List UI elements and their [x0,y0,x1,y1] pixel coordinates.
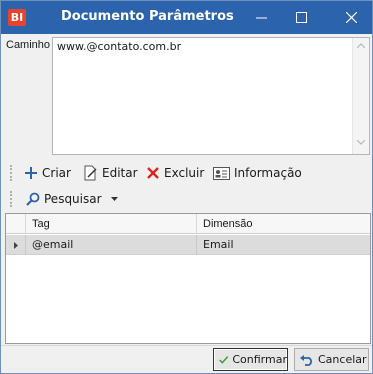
toolbar-grip[interactable] [10,191,13,207]
tags-grid: Tag Dimensão @email Email [5,213,371,344]
confirm-button[interactable]: Confirmar [213,348,288,371]
cancel-label: Cancelar [318,353,367,366]
edit-label: Editar [102,166,138,180]
row-indicator [6,235,26,255]
scroll-down-icon[interactable] [357,140,365,145]
grid-header-indicator [6,214,26,234]
minimize-icon [255,17,267,19]
create-button[interactable]: Criar [24,162,71,184]
search-dropdown-button[interactable] [111,188,122,210]
footer-divider [1,345,372,346]
chevron-down-icon [111,197,118,201]
info-button[interactable]: Informação [213,162,302,184]
column-header-tag[interactable]: Tag [26,214,197,234]
maximize-button[interactable] [281,1,321,34]
close-button[interactable] [331,1,371,34]
table-row[interactable]: @email Email [6,235,370,255]
path-vertical-scrollbar[interactable] [352,38,369,154]
edit-document-icon [84,165,97,181]
window-title: Documento Parâmetros [61,9,234,24]
cell-tag[interactable]: @email [26,235,197,255]
actions-toolbar: Criar Editar Excluir Informação [1,162,372,184]
search-button[interactable]: Pesquisar [26,188,102,210]
create-label: Criar [42,166,71,180]
toolbar-grip[interactable] [10,165,13,181]
path-textarea[interactable]: www.@contato.com.br [52,37,370,155]
edit-button[interactable]: Editar [83,162,138,184]
dialog-window: BI Documento Parâmetros Caminho www.@con… [0,0,373,374]
info-label: Informação [234,166,302,180]
minimize-button[interactable] [241,1,281,34]
delete-x-icon [147,167,159,179]
undo-arrow-icon [300,354,312,366]
path-label: Caminho [6,39,51,51]
checkmark-icon [219,355,229,364]
column-header-dimension[interactable]: Dimensão [197,214,370,234]
title-bar: BI Documento Parâmetros [1,1,372,34]
scroll-up-icon[interactable] [357,43,365,48]
search-label: Pesquisar [44,192,102,206]
delete-button[interactable]: Excluir [146,162,204,184]
plus-icon [25,167,37,179]
delete-label: Excluir [164,166,205,180]
cell-dimension[interactable]: Email [197,235,370,255]
path-value: www.@contato.com.br [57,40,182,53]
id-card-icon [213,166,230,180]
row-pointer-icon [13,241,18,249]
close-icon [345,12,357,23]
confirm-label: Confirmar [232,353,287,366]
app-logo-icon: BI [8,9,26,26]
grid-header: Tag Dimensão [6,214,370,234]
cancel-button[interactable]: Cancelar [294,348,369,371]
search-toolbar: Pesquisar [1,188,372,210]
search-icon [26,192,40,206]
maximize-icon [295,12,307,23]
